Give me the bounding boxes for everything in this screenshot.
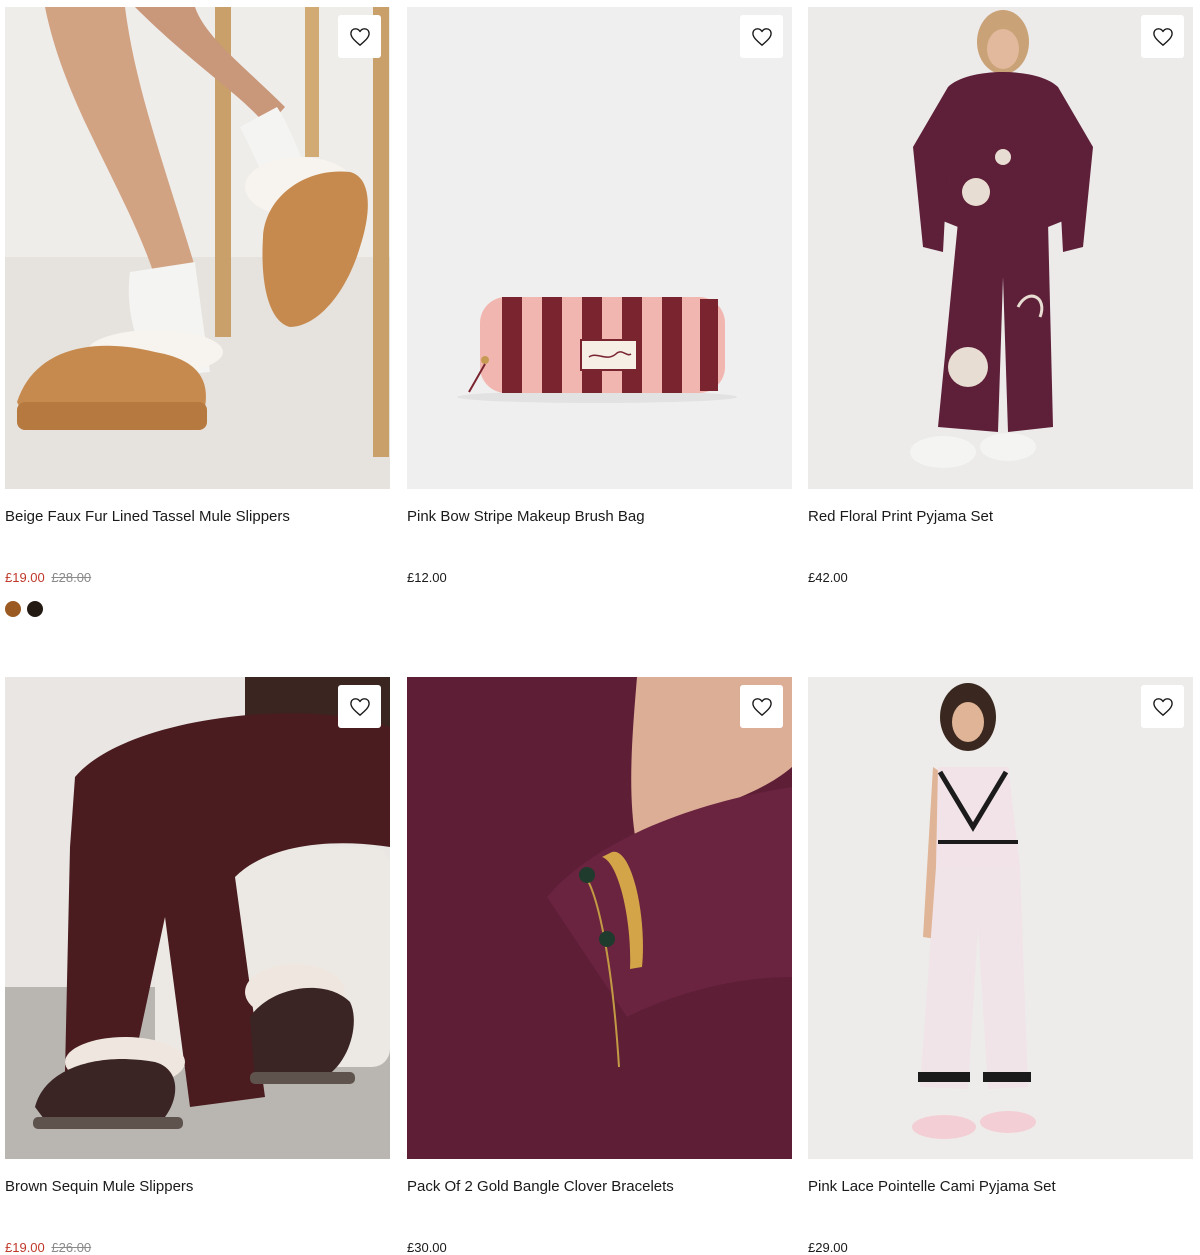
product-card[interactable]: Pink Bow Stripe Makeup Brush Bag £12.00 bbox=[407, 7, 792, 585]
product-title[interactable]: Brown Sequin Mule Slippers bbox=[5, 1178, 193, 1195]
wishlist-button[interactable] bbox=[1141, 685, 1184, 728]
wishlist-button[interactable] bbox=[740, 15, 783, 58]
sale-price: £19.00 bbox=[5, 570, 45, 585]
regular-price: £12.00 bbox=[407, 570, 447, 585]
heart-outline-icon bbox=[751, 27, 772, 46]
product-card[interactable]: Brown Sequin Mule Slippers £19.00 £26.00 bbox=[5, 677, 390, 1255]
regular-price: £29.00 bbox=[808, 1240, 848, 1255]
heart-outline-icon bbox=[349, 27, 370, 46]
wishlist-button[interactable] bbox=[338, 685, 381, 728]
color-swatch-tan[interactable] bbox=[5, 601, 21, 617]
product-card[interactable]: Beige Faux Fur Lined Tassel Mule Slipper… bbox=[5, 7, 390, 617]
product-price: £29.00 bbox=[808, 1240, 848, 1255]
product-card[interactable]: Red Floral Print Pyjama Set £42.00 bbox=[808, 7, 1193, 585]
product-price: £42.00 bbox=[808, 570, 848, 585]
sale-price: £19.00 bbox=[5, 1240, 45, 1255]
product-image[interactable] bbox=[407, 677, 792, 1159]
sequin-slippers-photo bbox=[5, 677, 390, 1159]
product-card[interactable]: Pink Lace Pointelle Cami Pyjama Set £29.… bbox=[808, 677, 1193, 1255]
product-image[interactable] bbox=[5, 7, 390, 489]
was-price: £28.00 bbox=[51, 570, 92, 585]
product-price: £19.00 £28.00 bbox=[5, 570, 91, 585]
wishlist-button[interactable] bbox=[338, 15, 381, 58]
color-swatches bbox=[5, 601, 43, 617]
slippers-photo bbox=[5, 7, 390, 489]
product-image[interactable] bbox=[808, 677, 1193, 1159]
product-price: £19.00 £26.00 bbox=[5, 1240, 91, 1255]
heart-outline-icon bbox=[1152, 27, 1173, 46]
wishlist-button[interactable] bbox=[1141, 15, 1184, 58]
product-image[interactable] bbox=[407, 7, 792, 489]
product-image[interactable] bbox=[808, 7, 1193, 489]
regular-price: £30.00 bbox=[407, 1240, 447, 1255]
product-card[interactable]: Pack Of 2 Gold Bangle Clover Bracelets £… bbox=[407, 677, 792, 1255]
product-title[interactable]: Pink Bow Stripe Makeup Brush Bag bbox=[407, 508, 645, 525]
product-title[interactable]: Pink Lace Pointelle Cami Pyjama Set bbox=[808, 1178, 1056, 1195]
product-title[interactable]: Pack Of 2 Gold Bangle Clover Bracelets bbox=[407, 1178, 674, 1195]
product-price: £30.00 bbox=[407, 1240, 447, 1255]
product-price: £12.00 bbox=[407, 570, 447, 585]
product-image[interactable] bbox=[5, 677, 390, 1159]
product-title[interactable]: Red Floral Print Pyjama Set bbox=[808, 508, 993, 525]
wishlist-button[interactable] bbox=[740, 685, 783, 728]
product-grid: Beige Faux Fur Lined Tassel Mule Slipper… bbox=[0, 0, 1200, 1255]
bracelets-photo bbox=[407, 677, 792, 1159]
cami-pyjama-photo bbox=[808, 677, 1193, 1159]
pyjama-set-photo bbox=[808, 7, 1193, 489]
product-title[interactable]: Beige Faux Fur Lined Tassel Mule Slipper… bbox=[5, 508, 290, 525]
regular-price: £42.00 bbox=[808, 570, 848, 585]
color-swatch-dark-brown[interactable] bbox=[27, 601, 43, 617]
heart-outline-icon bbox=[1152, 697, 1173, 716]
was-price: £26.00 bbox=[51, 1240, 92, 1255]
heart-outline-icon bbox=[751, 697, 772, 716]
heart-outline-icon bbox=[349, 697, 370, 716]
makeup-bag-photo bbox=[407, 7, 792, 489]
